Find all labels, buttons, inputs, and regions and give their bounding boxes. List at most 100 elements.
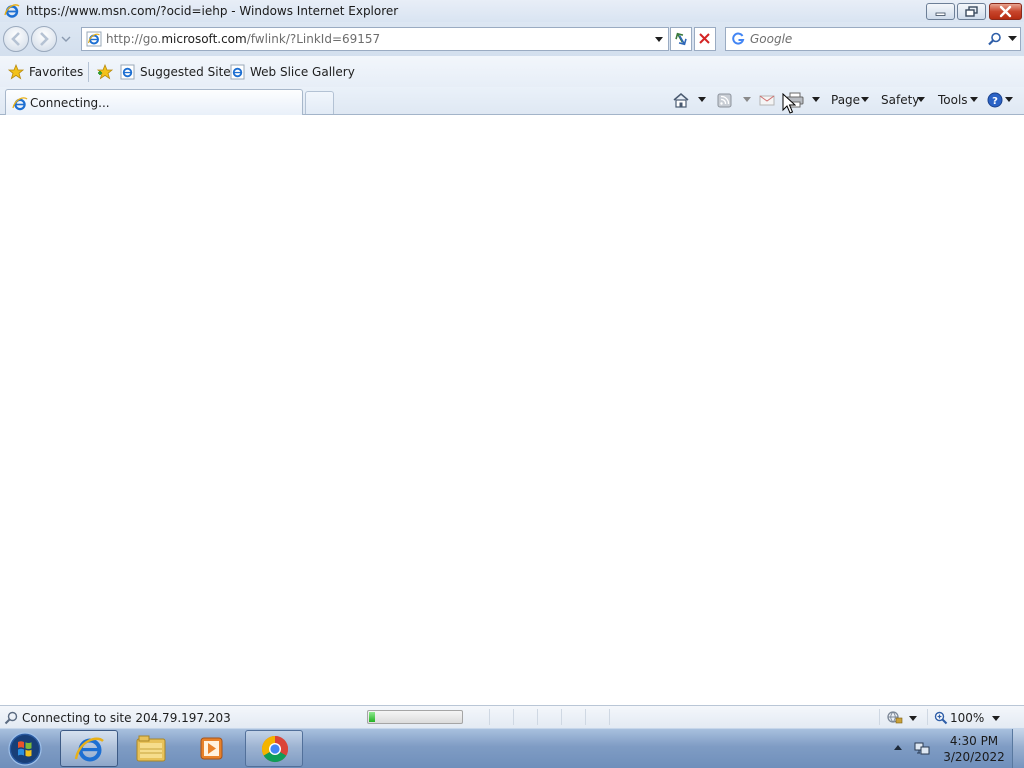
caret-down-icon: [812, 97, 820, 102]
google-icon: [731, 32, 745, 46]
zoom-icon[interactable]: [934, 711, 948, 725]
toolbar-divider: [88, 62, 89, 82]
clock-time: 4:30 PM: [949, 734, 999, 748]
mouse-pointer-icon: [782, 93, 796, 115]
tools-menu-dropdown[interactable]: [970, 97, 978, 102]
show-hidden-icons-button[interactable]: [893, 744, 903, 751]
page-menu-dropdown[interactable]: [861, 97, 869, 102]
taskbar: 4:30 PM 3/20/2022: [0, 728, 1024, 768]
add-to-favorites-bar-icon[interactable]: [96, 64, 114, 80]
page-menu-button[interactable]: Page: [831, 93, 860, 107]
close-button[interactable]: [989, 3, 1022, 20]
help-button[interactable]: ?: [987, 92, 1003, 108]
safety-menu-button[interactable]: Safety: [881, 93, 919, 107]
caret-down-icon: [970, 97, 978, 102]
favorites-link-label: Web Slice Gallery: [250, 65, 355, 79]
favorites-bar: Favorites Suggested Sites Web Slice Gall…: [0, 56, 1024, 87]
zoom-dropdown[interactable]: [992, 716, 1000, 721]
url-prefix: http://go.: [106, 32, 162, 46]
address-bar[interactable]: http://go.microsoft.com/fwlink/?LinkId=6…: [81, 27, 669, 51]
taskbar-media-player[interactable]: [182, 730, 240, 767]
taskbar-windows-explorer[interactable]: [121, 730, 179, 767]
system-clock[interactable]: 4:30 PM 3/20/2022: [940, 733, 1008, 765]
taskbar-internet-explorer[interactable]: [60, 730, 118, 767]
ie-logo-icon: [12, 96, 28, 112]
caret-down-icon: [992, 716, 1000, 721]
status-text: Connecting to site 204.79.197.203: [22, 711, 231, 725]
print-dropdown[interactable]: [812, 97, 820, 102]
caret-down-icon: [655, 37, 663, 42]
home-button[interactable]: [672, 92, 690, 109]
caret-down-icon: [917, 97, 925, 102]
safety-menu-dropdown[interactable]: [917, 97, 925, 102]
network-icon[interactable]: [914, 741, 932, 757]
search-icon[interactable]: [988, 32, 1002, 46]
status-divider: [537, 709, 538, 725]
media-player-icon: [200, 737, 223, 760]
svg-text:?: ?: [992, 96, 998, 107]
page-load-progress-bar: [367, 710, 463, 724]
favorites-label: Favorites: [29, 65, 84, 79]
home-icon: [673, 93, 689, 108]
zoom-level[interactable]: 100%: [950, 711, 984, 725]
caret-down-icon: [698, 97, 706, 102]
status-divider: [513, 709, 514, 725]
taskbar-google-chrome[interactable]: [245, 730, 303, 767]
search-input[interactable]: [750, 31, 970, 47]
caret-down-icon: [909, 716, 917, 721]
ie-page-icon: [86, 31, 102, 47]
status-divider: [879, 709, 880, 725]
status-divider: [561, 709, 562, 725]
caret-down-icon: [1008, 36, 1017, 41]
caret-down-icon: [1005, 97, 1013, 102]
chevron-down-icon: [61, 36, 71, 42]
protected-mode-dropdown[interactable]: [909, 716, 917, 721]
back-button[interactable]: [3, 26, 29, 52]
page-content-area[interactable]: [0, 115, 1024, 705]
search-provider-dropdown[interactable]: [1008, 36, 1017, 42]
internet-explorer-icon: [74, 737, 104, 762]
status-bar: Connecting to site 204.79.197.203 100%: [0, 705, 1024, 728]
read-mail-button[interactable]: [759, 92, 775, 108]
mail-icon: [759, 95, 775, 106]
navigation-bar: http://go.microsoft.com/fwlink/?LinkId=6…: [0, 22, 1024, 56]
caret-down-icon: [743, 97, 751, 102]
minimize-icon: [935, 12, 946, 16]
tab-connecting[interactable]: Connecting...: [5, 89, 303, 115]
window-title: https://www.msn.com/?ocid=iehp - Windows…: [26, 4, 399, 18]
help-icon: ?: [987, 92, 1003, 108]
stop-button[interactable]: [694, 27, 716, 51]
tab-command-bar: Connecting... Page Safety Tools ?: [0, 87, 1024, 115]
show-desktop-button[interactable]: [1012, 729, 1024, 768]
status-divider: [927, 709, 928, 725]
forward-button[interactable]: [31, 26, 57, 52]
tools-menu-button[interactable]: Tools: [938, 93, 968, 107]
new-tab-button[interactable]: [305, 91, 334, 114]
stop-icon: [699, 33, 710, 44]
clock-date: 3/20/2022: [943, 750, 1005, 764]
home-dropdown[interactable]: [698, 97, 706, 102]
windows-logo-icon: [8, 732, 42, 766]
status-divider: [609, 709, 610, 725]
rss-feed-icon: [717, 93, 732, 108]
close-icon: [999, 5, 1012, 18]
restore-button[interactable]: [957, 3, 986, 20]
start-button[interactable]: [6, 731, 44, 767]
star-icon: [8, 64, 24, 80]
status-divider: [489, 709, 490, 725]
search-icon: [4, 711, 18, 725]
protected-mode-icon[interactable]: [886, 710, 904, 725]
address-url[interactable]: http://go.microsoft.com/fwlink/?LinkId=6…: [106, 32, 380, 46]
refresh-button[interactable]: [670, 27, 692, 51]
recent-pages-dropdown[interactable]: [61, 35, 71, 43]
feeds-button[interactable]: [717, 92, 733, 108]
url-suffix: /fwlink/?LinkId=69157: [246, 32, 381, 46]
minimize-button[interactable]: [926, 3, 955, 20]
url-domain: microsoft.com: [161, 32, 247, 46]
help-dropdown[interactable]: [1005, 97, 1013, 102]
search-box[interactable]: [725, 27, 1021, 51]
feeds-dropdown[interactable]: [743, 97, 751, 102]
progress-fill: [369, 712, 375, 722]
title-bar[interactable]: https://www.msn.com/?ocid=iehp - Windows…: [0, 0, 1024, 22]
address-dropdown[interactable]: [654, 36, 664, 43]
